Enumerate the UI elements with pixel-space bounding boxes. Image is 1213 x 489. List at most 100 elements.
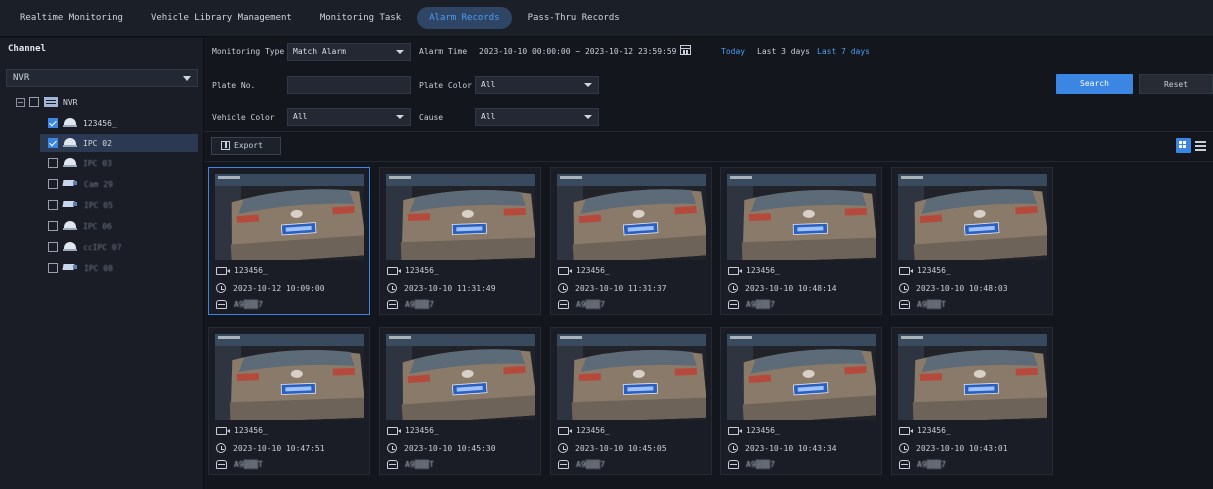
calendar-icon[interactable]	[680, 45, 691, 55]
snapshot-thumbnail[interactable]	[386, 174, 535, 260]
tree-item-channel[interactable]: IPC 03	[48, 154, 198, 172]
list-view-icon[interactable]	[1195, 140, 1207, 151]
record-plate: A9▒▒▒7	[558, 460, 605, 469]
record-card[interactable]: 123456_ 2023-10-10 10:48:03 A9▒▒▒T	[891, 167, 1053, 315]
camera-icon	[387, 426, 401, 435]
record-time: 2023-10-10 10:48:14	[728, 283, 837, 293]
tab-monitoring-task[interactable]: Monitoring Task	[308, 7, 413, 29]
record-time: 2023-10-10 11:31:49	[387, 283, 496, 293]
record-time: 2023-10-10 10:43:34	[728, 443, 837, 453]
tab-vehicle-library-management[interactable]: Vehicle Library Management	[139, 7, 304, 29]
tab-alarm-records[interactable]: Alarm Records	[417, 7, 512, 29]
collapse-icon[interactable]	[16, 97, 25, 107]
export-icon	[221, 141, 230, 150]
vehicle-color-label: Vehicle Color	[212, 113, 275, 122]
tree-checkbox[interactable]	[48, 263, 58, 273]
reset-button[interactable]: Reset	[1139, 74, 1213, 94]
snapshot-thumbnail[interactable]	[215, 334, 364, 420]
cause-select[interactable]: All	[475, 108, 599, 126]
record-time-text: 2023-10-10 10:48:14	[745, 283, 837, 293]
car-icon	[216, 460, 227, 469]
clock-icon	[728, 283, 738, 293]
record-plate-text: A9▒▒▒7	[746, 300, 775, 309]
record-channel-text: 123456_	[746, 266, 780, 275]
tree-item-label: IPC 02	[83, 138, 112, 148]
vehicle-color-select[interactable]: All	[287, 108, 411, 126]
plate-color-label: Plate Color	[419, 81, 472, 90]
tree-item-nvr[interactable]: NVR	[16, 93, 214, 111]
record-time: 2023-10-10 10:48:03	[899, 283, 1008, 293]
tree-item-channel-selected[interactable]: IPC 02	[40, 134, 198, 152]
snapshot-thumbnail[interactable]	[727, 174, 876, 260]
car-icon	[899, 460, 910, 469]
record-card[interactable]: 123456_ 2023-10-10 11:31:49 A9▒▒▒7	[379, 167, 541, 315]
tree-item-channel[interactable]: IPC 05	[48, 196, 198, 214]
snapshot-thumbnail[interactable]	[215, 174, 364, 260]
alarm-time-range[interactable]: 2023-10-10 00:00:00 ~ 2023-10-12 23:59:5…	[479, 47, 676, 56]
camera-icon	[728, 266, 742, 275]
bullet-camera-icon	[63, 263, 78, 273]
camera-icon	[899, 266, 913, 275]
plate-no-input[interactable]	[287, 76, 411, 94]
tree-checkbox[interactable]	[48, 221, 58, 231]
tree-checkbox[interactable]	[48, 138, 58, 148]
record-card[interactable]: 123456_ 2023-10-10 10:43:34 A9▒▒▒7	[720, 327, 882, 475]
device-select[interactable]: NVR	[6, 69, 198, 87]
record-channel-text: 123456_	[917, 426, 951, 435]
tree-checkbox[interactable]	[48, 242, 58, 252]
record-channel: 123456_	[899, 266, 951, 275]
snapshot-thumbnail[interactable]	[727, 334, 876, 420]
record-card[interactable]: 123456_ 2023-10-12 10:09:00 A9▒▒▒7	[208, 167, 370, 315]
record-time-text: 2023-10-10 10:48:03	[916, 283, 1008, 293]
alarm-time-label: Alarm Time	[419, 47, 468, 56]
monitoring-type-value: Match Alarm	[293, 47, 346, 56]
clock-icon	[558, 283, 568, 293]
tree-checkbox[interactable]	[48, 158, 58, 168]
camera-icon	[728, 426, 742, 435]
record-card[interactable]: 123456_ 2023-10-10 10:45:30 A9▒▒▒T	[379, 327, 541, 475]
plate-color-select[interactable]: All	[475, 76, 599, 94]
clock-icon	[387, 443, 397, 453]
record-channel: 123456_	[899, 426, 951, 435]
car-icon	[558, 460, 569, 469]
record-time: 2023-10-10 10:45:05	[558, 443, 667, 453]
snapshot-thumbnail[interactable]	[898, 334, 1047, 420]
camera-icon	[899, 426, 913, 435]
car-icon	[899, 300, 910, 309]
quick-today-link[interactable]: Today	[721, 47, 745, 56]
tree-item-channel[interactable]: IPC 06	[48, 217, 198, 235]
tree-checkbox[interactable]	[48, 179, 58, 189]
quick-last-7-days-link[interactable]: Last 7 days	[817, 47, 870, 56]
tab-pass-thru-records[interactable]: Pass-Thru Records	[516, 7, 632, 29]
snapshot-thumbnail[interactable]	[386, 334, 535, 420]
snapshot-thumbnail[interactable]	[898, 174, 1047, 260]
record-card[interactable]: 123456_ 2023-10-10 11:31:37 A9▒▒▒7	[550, 167, 712, 315]
snapshot-thumbnail[interactable]	[557, 334, 706, 420]
tab-realtime-monitoring[interactable]: Realtime Monitoring	[8, 7, 135, 29]
tree-checkbox[interactable]	[48, 200, 58, 210]
tree-checkbox[interactable]	[29, 97, 39, 107]
record-card[interactable]: 123456_ 2023-10-10 10:45:05 A9▒▒▒7	[550, 327, 712, 475]
record-card[interactable]: 123456_ 2023-10-10 10:47:51 A9▒▒▒T	[208, 327, 370, 475]
tree-item-channel[interactable]: IPC 08	[48, 259, 198, 277]
record-time-text: 2023-10-10 10:43:01	[916, 443, 1008, 453]
tree-item-channel[interactable]: ccIPC 07	[48, 238, 198, 256]
monitoring-type-select[interactable]: Match Alarm	[287, 43, 411, 61]
export-button[interactable]: Export	[211, 137, 281, 155]
snapshot-thumbnail[interactable]	[557, 174, 706, 260]
record-plate: A9▒▒▒7	[728, 460, 775, 469]
dome-camera-icon	[63, 241, 77, 253]
tree-checkbox[interactable]	[48, 118, 58, 128]
quick-last-3-days-link[interactable]: Last 3 days	[757, 47, 810, 56]
grid-view-icon[interactable]	[1176, 138, 1191, 153]
record-plate-text: A9▒▒▒7	[746, 460, 775, 469]
search-button[interactable]: Search	[1056, 74, 1133, 94]
dome-camera-icon	[63, 137, 77, 149]
channel-panel-title: Channel	[8, 44, 46, 54]
tree-item-channel[interactable]: Cam 29	[48, 175, 198, 193]
record-channel: 123456_	[387, 426, 439, 435]
record-card[interactable]: 123456_ 2023-10-10 10:43:01 A9▒▒▒7	[891, 327, 1053, 475]
record-channel: 123456_	[558, 426, 610, 435]
record-card[interactable]: 123456_ 2023-10-10 10:48:14 A9▒▒▒7	[720, 167, 882, 315]
tree-item-channel[interactable]: 123456_	[48, 114, 198, 132]
